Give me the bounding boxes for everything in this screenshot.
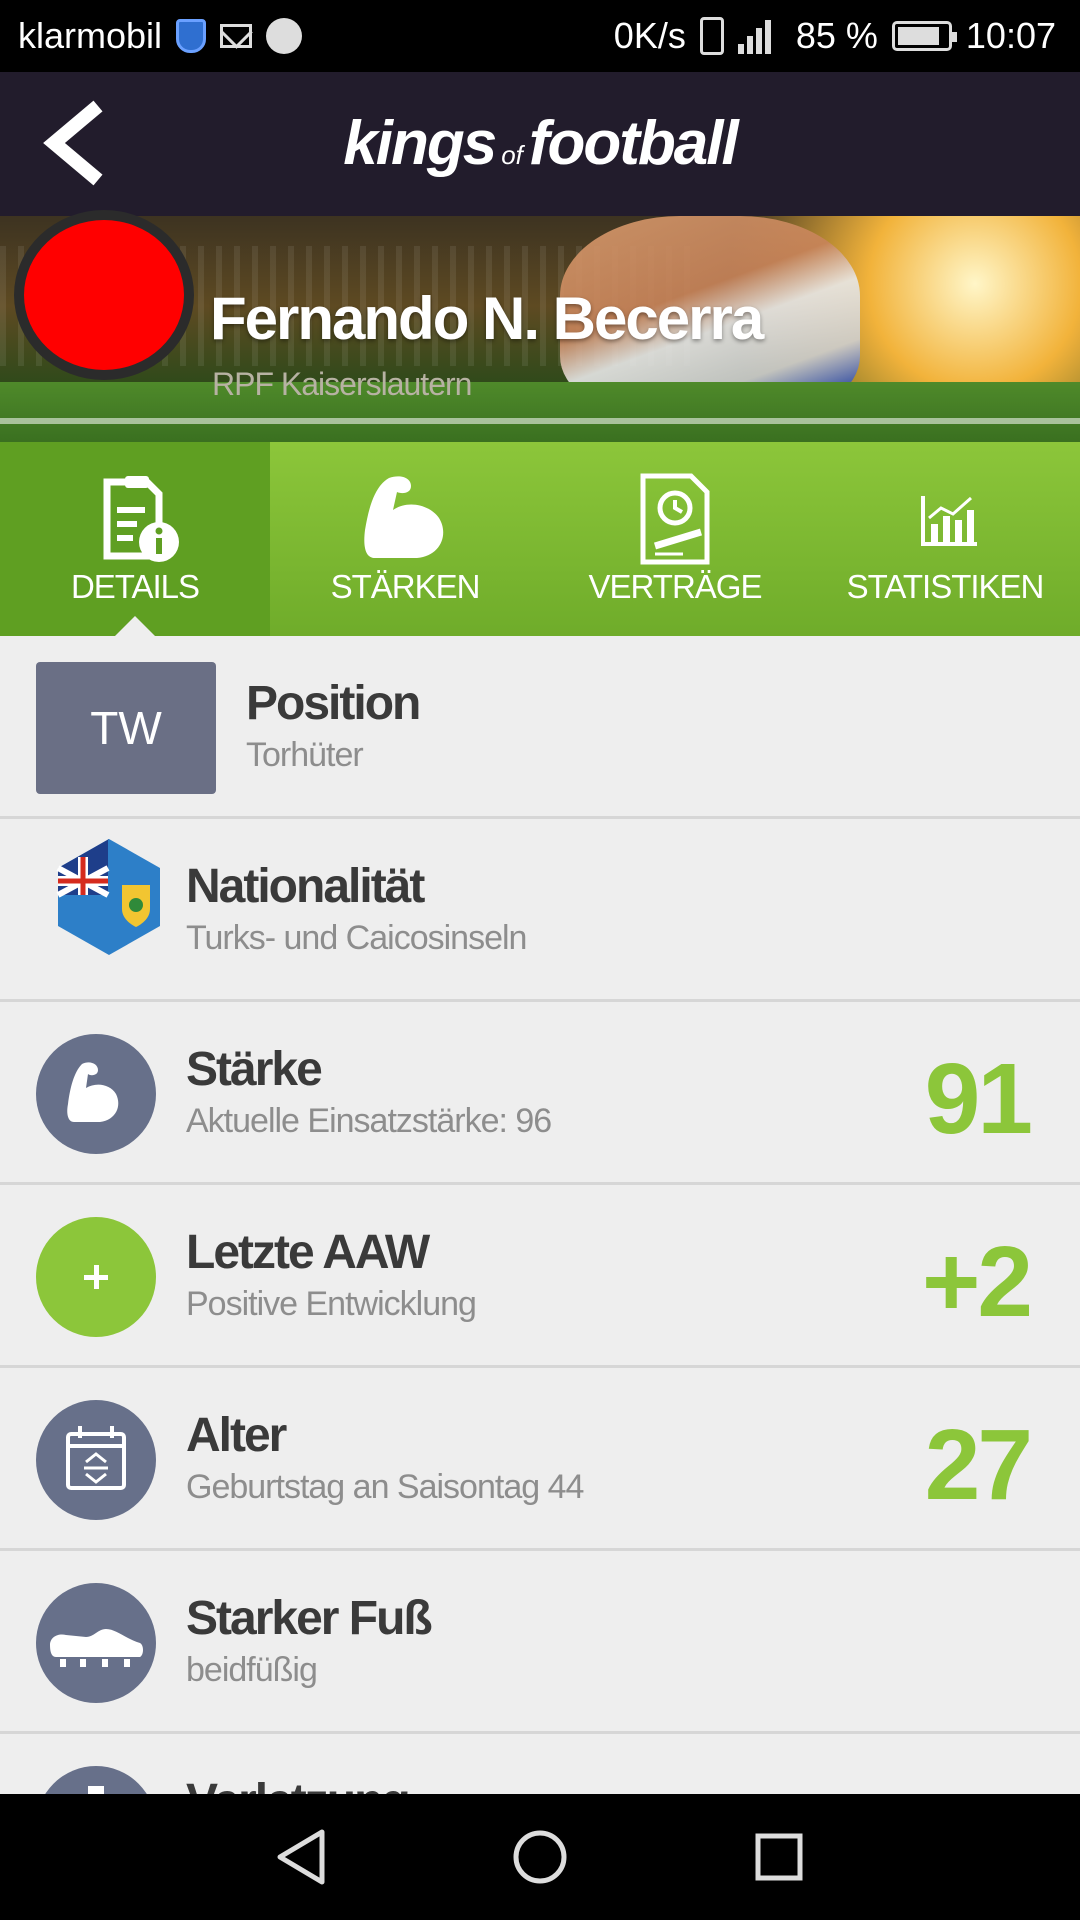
injury-icon xyxy=(88,1786,104,1794)
detail-row-last-aaw[interactable]: Letzte AAW Positive Entwicklung +2 xyxy=(0,1185,1080,1368)
foot-icon-circle xyxy=(36,1583,156,1703)
shield-icon xyxy=(176,19,207,53)
detail-subtitle: Turks- und Caicosinseln xyxy=(186,919,527,957)
detail-title: Letzte AAW xyxy=(186,1226,430,1279)
detail-title: Alter xyxy=(186,1409,287,1462)
battery-icon xyxy=(891,21,957,51)
strength-value: 91 xyxy=(924,1043,1033,1155)
player-club: RPF Kaiserslautern xyxy=(212,366,472,402)
player-avatar xyxy=(14,210,194,380)
detail-row-strong-foot[interactable]: Starker Fuß beidfüßig xyxy=(0,1551,1080,1734)
injury-icon-circle xyxy=(36,1766,156,1794)
carrier-label: klarmobil xyxy=(18,15,163,56)
strength-icon-circle xyxy=(36,1034,156,1154)
detail-row-position[interactable]: TW Position Torhüter xyxy=(0,636,1080,819)
flag-icon xyxy=(56,839,160,955)
details-list: TW Position Torhüter Nationalität Turks-… xyxy=(0,636,1080,1794)
detail-row-injury[interactable]: Verletzung xyxy=(0,1734,1080,1794)
contract-icon xyxy=(640,473,710,565)
calendar-icon xyxy=(66,1426,126,1490)
active-tab-indicator xyxy=(113,616,157,638)
detail-title: Nationalität xyxy=(186,860,425,913)
system-nav-bar xyxy=(0,1794,1080,1920)
detail-subtitle: Aktuelle Einsatzstärke: 96 xyxy=(186,1102,552,1140)
detail-title: Stärke xyxy=(186,1043,323,1096)
clock: 10:07 xyxy=(965,15,1056,56)
tab-staerken[interactable]: STÄRKEN xyxy=(270,442,540,636)
aaw-value: +2 xyxy=(921,1226,1033,1338)
battery-percent: 85 % xyxy=(795,15,878,56)
player-name: Fernando N. Becerra xyxy=(210,285,764,352)
nav-recents-button[interactable] xyxy=(744,1822,814,1892)
tab-label: VERTRÄGE xyxy=(588,568,763,605)
vibrate-icon xyxy=(699,17,724,55)
logo-word-of: of xyxy=(501,140,523,170)
detail-row-strength[interactable]: Stärke Aktuelle Einsatzstärke: 96 91 xyxy=(0,1002,1080,1185)
tab-label: DETAILS xyxy=(70,568,200,605)
muscle-icon xyxy=(67,1062,119,1122)
nav-home-button[interactable] xyxy=(505,1822,575,1892)
detail-subtitle: Geburtstag an Saisontag 44 xyxy=(186,1468,584,1506)
tab-details[interactable]: DETAILS xyxy=(0,442,270,638)
detail-title: Verletzung xyxy=(186,1774,411,1794)
tab-label: STATISTIKEN xyxy=(846,568,1045,605)
network-speed: 0K/s xyxy=(613,15,686,56)
app-logo: kings offootball xyxy=(0,108,1080,179)
age-icon-circle xyxy=(36,1400,156,1520)
detail-title: Position xyxy=(246,677,421,730)
detail-title: Starker Fuß xyxy=(186,1592,433,1645)
pitch-grass xyxy=(0,382,1080,442)
detail-row-age[interactable]: Alter Geburtstag an Saisontag 44 27 xyxy=(0,1368,1080,1551)
tab-label: STÄRKEN xyxy=(330,568,481,605)
recents-nav-icon xyxy=(755,1833,803,1881)
tab-statistiken[interactable]: STATISTIKEN xyxy=(810,442,1080,636)
nav-back-button[interactable] xyxy=(266,1822,336,1892)
muscle-icon xyxy=(364,476,444,558)
detail-subtitle: Torhüter xyxy=(246,736,364,774)
pitch-line xyxy=(0,418,1080,424)
tab-bar: DETAILS STÄRKEN VERTRÄGE STATISTIKEN xyxy=(0,442,1080,638)
back-nav-icon xyxy=(277,1829,325,1885)
position-badge: TW xyxy=(36,662,216,794)
tab-vertraege[interactable]: VERTRÄGE xyxy=(540,442,810,636)
home-nav-icon xyxy=(513,1830,567,1884)
detail-subtitle: beidfüßig xyxy=(186,1651,318,1689)
aaw-icon-circle xyxy=(36,1217,156,1337)
boot-icon xyxy=(50,1629,143,1667)
logo-word-football: football xyxy=(528,109,739,178)
age-value: 27 xyxy=(924,1409,1033,1521)
chart-icon xyxy=(921,496,977,546)
logo-word-kings: kings xyxy=(343,109,497,178)
signal-icon xyxy=(737,18,782,54)
status-bar: klarmobil 0K/s 85 % 10:07 xyxy=(0,0,1080,72)
app-header: kings offootball xyxy=(0,72,1080,216)
detail-row-nationality[interactable]: Nationalität Turks- und Caicosinseln xyxy=(0,819,1080,1002)
vodafone-icon xyxy=(266,18,303,54)
document-info-icon xyxy=(103,476,179,562)
detail-subtitle: Positive Entwicklung xyxy=(186,1285,477,1323)
plus-icon xyxy=(84,1265,108,1289)
mail-icon xyxy=(220,24,253,48)
